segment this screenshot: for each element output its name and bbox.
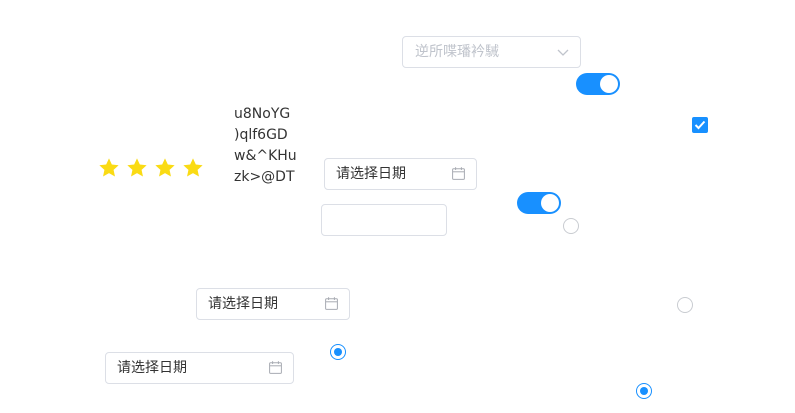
star-icon[interactable] (154, 157, 176, 179)
text-line-4: zk>@DT (234, 169, 295, 185)
chevron-down-icon (557, 49, 569, 56)
text-line-1: u8NoYG (234, 106, 291, 122)
toggle-switch-1[interactable] (576, 73, 620, 95)
radio-dot (640, 387, 648, 395)
radio-button-2[interactable] (677, 297, 693, 313)
checkbox[interactable] (692, 117, 708, 133)
text-line-2: )qlf6GD (234, 127, 288, 143)
switch-knob (600, 75, 618, 93)
date-placeholder: 请选择日期 (208, 296, 278, 312)
calendar-icon (325, 297, 338, 310)
radio-dot (334, 348, 342, 356)
star-icon[interactable] (98, 157, 120, 179)
text-line-3: w&^KHu (234, 148, 297, 164)
check-icon (694, 120, 706, 130)
date-placeholder: 请选择日期 (336, 166, 406, 182)
date-picker-3[interactable]: 请选择日期 (105, 352, 294, 384)
text-input[interactable] (321, 204, 447, 236)
calendar-icon (452, 167, 465, 180)
star-icon[interactable] (126, 157, 148, 179)
radio-button-3[interactable] (330, 344, 346, 360)
star-icon[interactable] (182, 157, 204, 179)
date-picker-1[interactable]: 请选择日期 (324, 158, 477, 190)
calendar-icon (269, 361, 282, 374)
select-dropdown[interactable]: 逆所喋璠衿駴 (402, 36, 581, 68)
radio-button-4[interactable] (636, 383, 652, 399)
switch-knob (541, 194, 559, 212)
star-rating[interactable] (98, 157, 210, 181)
date-picker-2[interactable]: 请选择日期 (196, 288, 350, 320)
date-placeholder: 请选择日期 (117, 360, 187, 376)
select-placeholder: 逆所喋璠衿駴 (415, 44, 499, 60)
radio-button-1[interactable] (563, 218, 579, 234)
toggle-switch-2[interactable] (517, 192, 561, 214)
